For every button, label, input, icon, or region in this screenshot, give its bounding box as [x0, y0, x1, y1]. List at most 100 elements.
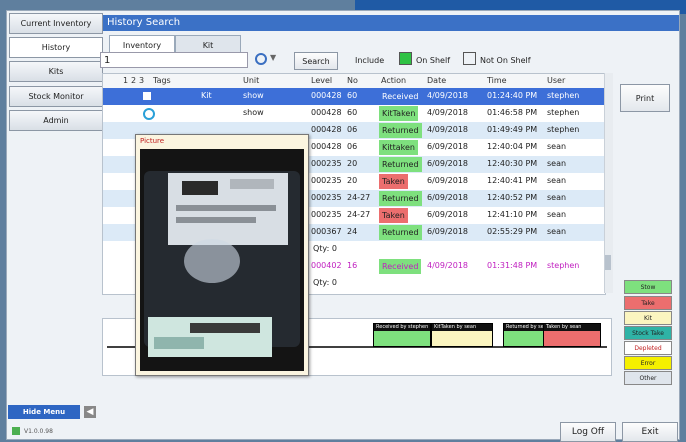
header-user[interactable]: User — [547, 76, 565, 85]
not-on-shelf-checkbox[interactable] — [463, 52, 476, 65]
user-cell: sean — [547, 159, 567, 168]
on-shelf-checkbox[interactable] — [399, 52, 412, 65]
no-cell: 06 — [347, 142, 358, 151]
user-cell: sean — [547, 193, 567, 202]
level-cell: 000428 — [311, 108, 342, 117]
time-cell: 01:31:48 PM — [487, 261, 538, 270]
legend-stock-take: Stock Take — [624, 326, 672, 340]
time-cell: 01:46:58 PM — [487, 108, 538, 117]
app-icon — [12, 427, 20, 435]
sidebar-item-history[interactable]: History — [9, 37, 103, 58]
level-cell: 000367 — [311, 227, 342, 236]
on-shelf-label: On Shelf — [416, 56, 451, 65]
action-cell: Kittaken — [379, 140, 418, 155]
time-cell: 12:40:41 PM — [487, 176, 538, 185]
flow-node-label: Taken by sean — [544, 324, 600, 331]
legend-other: Other — [624, 371, 672, 385]
user-cell: stephen — [547, 261, 580, 270]
chevron-down-icon[interactable]: ▼ — [270, 53, 276, 62]
row-icon — [143, 92, 151, 100]
time-cell: 12:40:04 PM — [487, 142, 538, 151]
sidebar-item-admin[interactable]: Admin — [9, 110, 103, 131]
date-cell: 4/09/2018 — [427, 125, 469, 134]
legend-kit: Kit — [624, 311, 672, 325]
sidebar-item-kits[interactable]: Kits — [9, 61, 103, 82]
header-col-2[interactable]: 2 — [131, 76, 136, 85]
item-photo — [140, 149, 304, 371]
header-action[interactable]: Action — [381, 76, 406, 85]
action-cell: Taken — [379, 174, 408, 189]
hide-menu-button[interactable]: Hide Menu — [8, 405, 80, 419]
user-cell: sean — [547, 227, 567, 236]
time-cell: 02:55:29 PM — [487, 227, 538, 236]
popup-title: Picture — [140, 137, 165, 145]
action-cell: Taken — [379, 208, 408, 223]
qty-label: Qty: 0 — [313, 278, 337, 287]
no-cell: 24-27 — [347, 210, 371, 219]
date-cell: 6/09/2018 — [427, 227, 469, 236]
date-cell: 6/09/2018 — [427, 193, 469, 202]
date-cell: 4/09/2018 — [427, 91, 469, 100]
page-title: History Search — [103, 15, 679, 31]
time-cell: 01:24:40 PM — [487, 91, 538, 100]
time-cell: 01:49:49 PM — [487, 125, 538, 134]
legend-error: Error — [624, 356, 672, 370]
table-scrollbar-thumb[interactable] — [605, 255, 611, 270]
level-cell: 000428 — [311, 142, 342, 151]
flow-node-received[interactable]: Received by stephen — [373, 323, 431, 347]
header-date[interactable]: Date — [427, 76, 446, 85]
action-cell: Received — [382, 92, 419, 101]
header-unit[interactable]: Unit — [243, 76, 259, 85]
table-row[interactable]: show 000428 60 KitTaken 4/09/2018 01:46:… — [103, 105, 605, 122]
kit-icon — [143, 108, 155, 120]
no-cell: 24-27 — [347, 193, 371, 202]
no-cell: 20 — [347, 176, 358, 185]
search-clear-icon[interactable] — [255, 53, 267, 65]
date-cell: 6/09/2018 — [427, 159, 469, 168]
level-cell: 000235 — [311, 176, 342, 185]
no-cell: 20 — [347, 159, 358, 168]
time-cell: 12:40:52 PM — [487, 193, 538, 202]
search-button[interactable]: Search — [294, 52, 338, 70]
level-cell: 000402 — [311, 261, 342, 270]
version-label: V1.0.0.98 — [24, 428, 53, 435]
time-cell: 12:40:30 PM — [487, 159, 538, 168]
action-cell: Returned — [379, 191, 422, 206]
no-cell: 06 — [347, 125, 358, 134]
no-cell: 60 — [347, 91, 358, 100]
user-cell: stephen — [547, 108, 580, 117]
level-cell: 000235 — [311, 159, 342, 168]
header-tags[interactable]: Tags — [153, 76, 171, 85]
level-cell: 000428 — [311, 91, 342, 100]
header-col-1[interactable]: 1 — [123, 76, 128, 85]
exit-button[interactable]: Exit — [622, 422, 678, 442]
log-off-button[interactable]: Log Off — [560, 422, 616, 442]
legend-take: Take — [624, 296, 672, 310]
table-header: 1 2 3 Tags Unit Level No Action Date Tim… — [103, 74, 605, 89]
no-cell: 60 — [347, 108, 358, 117]
user-cell: sean — [547, 176, 567, 185]
no-cell: 16 — [347, 261, 358, 270]
not-on-shelf-label: Not On Shelf — [480, 56, 531, 65]
header-col-3[interactable]: 3 — [139, 76, 144, 85]
flow-node-label: Received by stephen — [374, 324, 430, 331]
date-cell: 6/09/2018 — [427, 142, 469, 151]
action-cell: Received — [379, 259, 422, 274]
user-cell: stephen — [547, 91, 580, 100]
user-cell: sean — [547, 210, 567, 219]
header-level[interactable]: Level — [311, 76, 332, 85]
level-cell: 000235 — [311, 210, 342, 219]
sidebar-item-current-inventory[interactable]: Current Inventory — [9, 13, 103, 34]
search-input[interactable]: 1 — [100, 52, 248, 68]
arrow-left-icon[interactable]: ◀ — [84, 406, 96, 418]
flow-node-kittaken[interactable]: KitTaken by sean — [431, 323, 493, 347]
sidebar-item-stock-monitor[interactable]: Stock Monitor — [9, 86, 103, 107]
print-button[interactable]: Print — [620, 84, 670, 112]
level-cell: 000428 — [311, 125, 342, 134]
header-time[interactable]: Time — [487, 76, 507, 85]
date-cell: 6/09/2018 — [427, 210, 469, 219]
table-row[interactable]: Kit show 000428 60 Received 4/09/2018 01… — [103, 88, 605, 105]
level-cell: 000235 — [311, 193, 342, 202]
header-no[interactable]: No — [347, 76, 358, 85]
flow-node-taken[interactable]: Taken by sean — [543, 323, 601, 347]
